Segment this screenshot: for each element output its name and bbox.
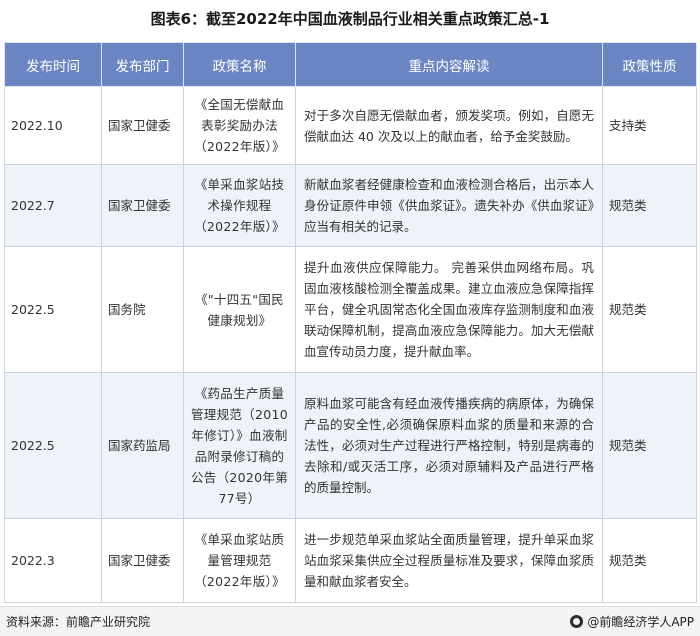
dept-text: 国务院: [108, 302, 146, 317]
cell-dept: 国家卫健委: [101, 86, 184, 165]
date-text: 2022.7: [11, 198, 55, 213]
cell-date: 2022.5: [4, 372, 102, 519]
cell-policy-name: 《全国无偿献血表彰奖励办法（2022年版）》: [183, 86, 296, 165]
nature-text: 支持类: [609, 118, 647, 133]
dept-text: 国家卫健委: [108, 198, 171, 213]
brand-text: @前瞻经济学人APP: [587, 615, 694, 629]
cell-dept: 国务院: [101, 246, 184, 373]
cell-nature: 规范类: [602, 372, 697, 519]
dept-text: 国家药监局: [108, 438, 171, 453]
nature-text: 规范类: [609, 198, 647, 213]
brand-logo-icon: [570, 615, 584, 628]
nature-text: 规范类: [609, 302, 647, 317]
date-text: 2022.10: [11, 118, 63, 133]
dept-text: 国家卫健委: [108, 118, 171, 133]
policy-name-text: 《全国无偿献血表彰奖励办法（2022年版）》: [194, 97, 285, 154]
cell-policy-name: 《"十四五"国民健康规划》: [183, 246, 296, 373]
detail-text: 原料血浆可能含有经血液传播疾病的病原体，为确保产品的安全性,必须确保原料血浆的质…: [304, 396, 594, 495]
nature-text: 规范类: [609, 438, 647, 453]
date-text: 2022.5: [11, 438, 55, 453]
cell-policy-name: 《单采血浆站技术操作规程（2022年版）》: [183, 164, 296, 247]
cell-detail: 新献血浆者经健康检查和血液检测合格后，出示本人身份证原件申领《供血浆证》。遗失补…: [295, 164, 603, 247]
cell-nature: 规范类: [602, 164, 697, 247]
cell-nature: 规范类: [602, 518, 697, 603]
cell-dept: 国家卫健委: [101, 164, 184, 247]
date-text: 2022.5: [11, 302, 55, 317]
policy-name-text: 《单采血浆站质量管理规范（2022年版）》: [194, 532, 285, 589]
table-row: 2022.5 国务院 《"十四五"国民健康规划》 提升血液供应保障能力。 完善采…: [4, 246, 697, 373]
cell-dept: 国家药监局: [101, 372, 184, 519]
table-row: 2022.5 国家药监局 《药品生产质量管理规范（2010年修订）》血液制品附录…: [4, 372, 697, 519]
chart-title: 图表6：截至2022年中国血液制品行业相关重点政策汇总-1: [150, 10, 550, 28]
column-header-dept: 发布部门: [101, 42, 184, 87]
policy-name-text: 《"十四五"国民健康规划》: [195, 291, 284, 328]
column-header-nature: 政策性质: [602, 42, 697, 87]
detail-text: 新献血浆者经健康检查和血液检测合格后，出示本人身份证原件申领《供血浆证》。遗失补…: [304, 177, 594, 234]
footer-bar: 资料来源：前瞻产业研究院 @前瞻经济学人APP: [0, 606, 700, 636]
table-row: 2022.7 国家卫健委 《单采血浆站技术操作规程（2022年版）》 新献血浆者…: [4, 164, 697, 247]
cell-detail: 进一步规范单采血浆站全面质量管理，提升单采血浆站血浆采集供应全过程质量标准及要求…: [295, 518, 603, 603]
dept-text: 国家卫健委: [108, 553, 171, 568]
cell-detail: 原料血浆可能含有经血液传播疾病的病原体，为确保产品的安全性,必须确保原料血浆的质…: [295, 372, 603, 519]
cell-date: 2022.7: [4, 164, 102, 247]
table-row: 2022.10 国家卫健委 《全国无偿献血表彰奖励办法（2022年版）》 对于多…: [4, 86, 697, 165]
table-row: 2022.3 国家卫健委 《单采血浆站质量管理规范（2022年版）》 进一步规范…: [4, 518, 697, 603]
nature-text: 规范类: [609, 553, 647, 568]
policy-name-text: 《药品生产质量管理规范（2010年修订）》血液制品附录修订稿的公告（2020年第…: [190, 385, 288, 506]
cell-detail: 对于多次自愿无偿献血者，颁发奖项。例如，自愿无偿献血达 40 次及以上的献血者，…: [295, 86, 603, 165]
cell-date: 2022.5: [4, 246, 102, 373]
cell-detail: 提升血液供应保障能力。 完善采供血网络布局。巩固血液核酸检测全覆盖成果。建立血液…: [295, 246, 603, 373]
cell-policy-name: 《单采血浆站质量管理规范（2022年版）》: [183, 518, 296, 603]
date-text: 2022.3: [11, 553, 55, 568]
brand-credit: @前瞻经济学人APP: [570, 613, 694, 630]
table-header-row: 发布时间 发布部门 政策名称 重点内容解读 政策性质: [4, 42, 697, 87]
detail-text: 提升血液供应保障能力。 完善采供血网络布局。巩固血液核酸检测全覆盖成果。建立血液…: [304, 260, 594, 359]
column-header-date: 发布时间: [4, 42, 102, 87]
cell-nature: 规范类: [602, 246, 697, 373]
detail-text: 对于多次自愿无偿献血者，颁发奖项。例如，自愿无偿献血达 40 次及以上的献血者，…: [304, 107, 594, 144]
column-header-detail: 重点内容解读: [295, 42, 603, 87]
column-header-name: 政策名称: [183, 42, 296, 87]
source-note: 资料来源：前瞻产业研究院: [6, 615, 151, 629]
policy-name-text: 《单采血浆站技术操作规程（2022年版）》: [194, 177, 285, 234]
cell-nature: 支持类: [602, 86, 697, 165]
policy-table: 发布时间 发布部门 政策名称 重点内容解读 政策性质 2022.10 国家卫健委…: [4, 42, 697, 603]
cell-date: 2022.10: [4, 86, 102, 165]
cell-dept: 国家卫健委: [101, 518, 184, 603]
cell-policy-name: 《药品生产质量管理规范（2010年修订）》血液制品附录修订稿的公告（2020年第…: [183, 372, 296, 519]
detail-text: 进一步规范单采血浆站全面质量管理，提升单采血浆站血浆采集供应全过程质量标准及要求…: [304, 532, 594, 589]
cell-date: 2022.3: [4, 518, 102, 603]
